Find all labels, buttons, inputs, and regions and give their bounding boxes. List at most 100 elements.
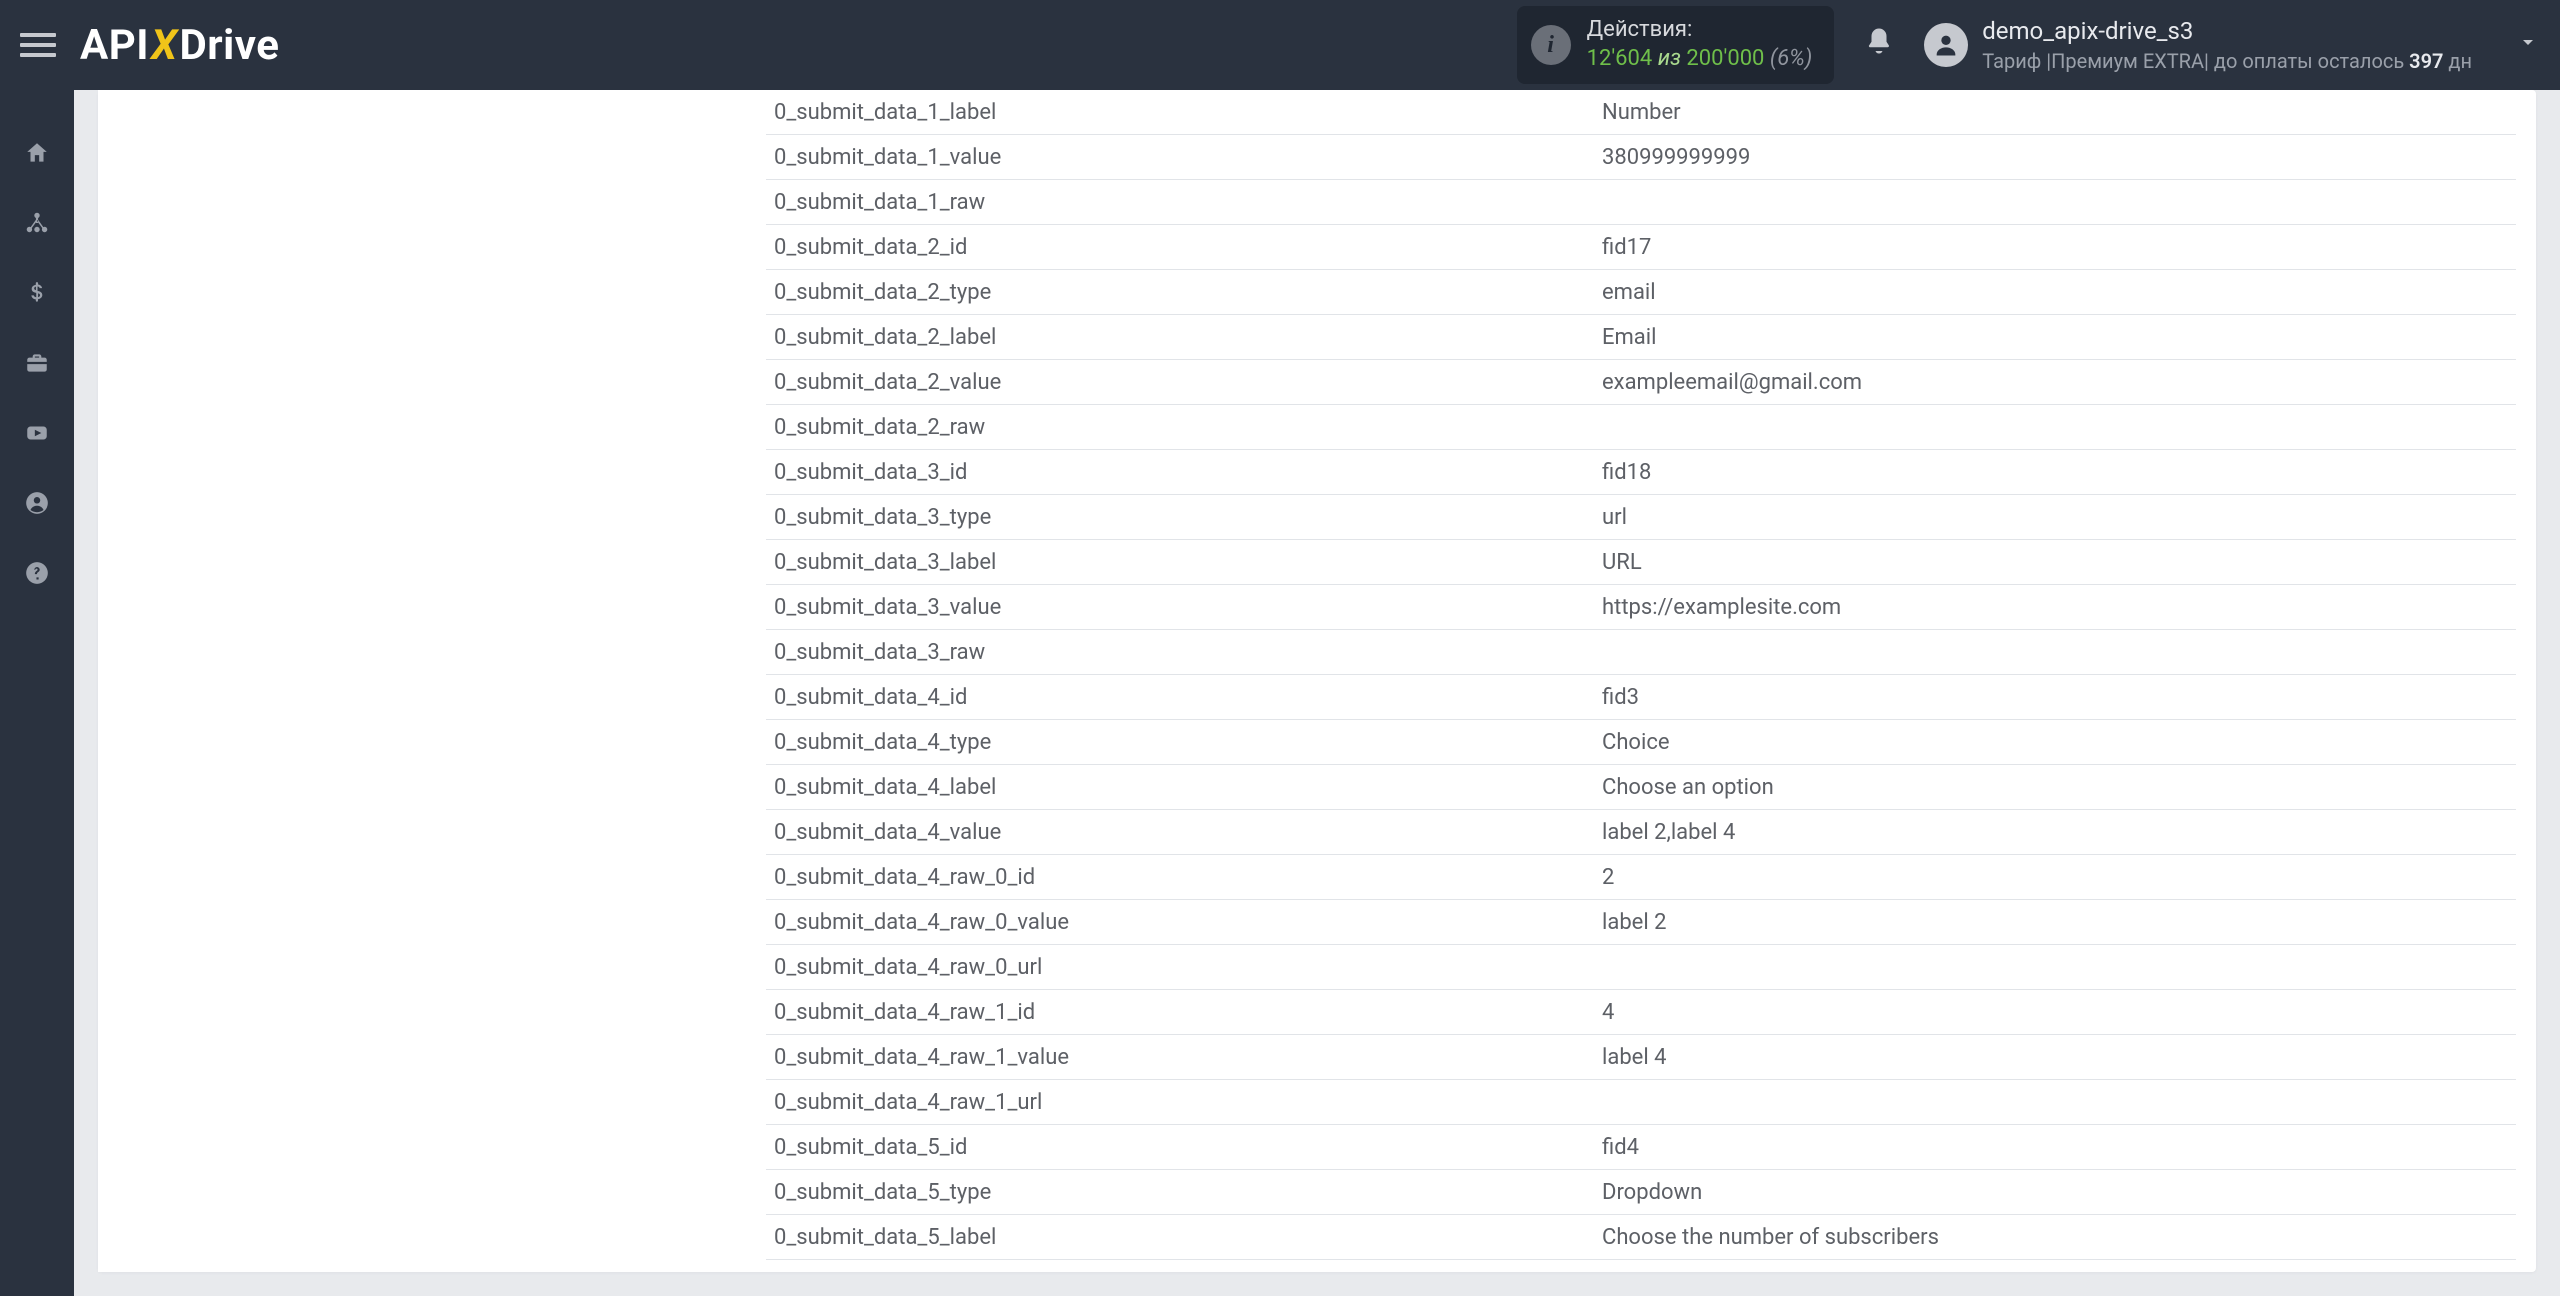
row-key: 0_submit_data_1_label bbox=[766, 100, 1602, 125]
row-key: 0_submit_data_4_type bbox=[766, 730, 1602, 755]
table-row: 0_submit_data_5_idfid4 bbox=[766, 1125, 2516, 1170]
table-row: 0_submit_data_5_labelChoose the number o… bbox=[766, 1215, 2516, 1260]
row-key: 0_submit_data_5_id bbox=[766, 1135, 1602, 1160]
row-value: https://examplesite.com bbox=[1602, 595, 2516, 620]
row-value: url bbox=[1602, 505, 2516, 530]
row-key: 0_submit_data_3_value bbox=[766, 595, 1602, 620]
row-key: 0_submit_data_4_raw_0_url bbox=[766, 955, 1602, 980]
sidebar-item-video[interactable] bbox=[0, 410, 74, 456]
sidebar-item-help[interactable] bbox=[0, 550, 74, 596]
row-key: 0_submit_data_2_value bbox=[766, 370, 1602, 395]
row-value: exampleemail@gmail.com bbox=[1602, 370, 2516, 395]
row-value: label 4 bbox=[1602, 1045, 2516, 1070]
row-value: fid3 bbox=[1602, 685, 2516, 710]
sidebar bbox=[0, 90, 74, 1296]
menu-toggle-icon[interactable] bbox=[20, 27, 56, 63]
row-value: 380999999999 bbox=[1602, 145, 2516, 170]
table-row: 0_submit_data_2_raw bbox=[766, 405, 2516, 450]
row-key: 0_submit_data_4_value bbox=[766, 820, 1602, 845]
table-row: 0_submit_data_3_labelURL bbox=[766, 540, 2516, 585]
user-subscription: Тариф |Премиум EXTRA| до оплаты осталось… bbox=[1982, 48, 2472, 74]
card-left-panel bbox=[98, 90, 746, 1272]
row-value: Choose an option bbox=[1602, 775, 2516, 800]
row-key: 0_submit_data_4_raw_0_id bbox=[766, 865, 1602, 890]
table-row: 0_submit_data_3_valuehttps://examplesite… bbox=[766, 585, 2516, 630]
table-row: 0_submit_data_4_raw_1_id4 bbox=[766, 990, 2516, 1035]
row-value: fid4 bbox=[1602, 1135, 2516, 1160]
table-row: 0_submit_data_4_typeChoice bbox=[766, 720, 2516, 765]
actions-counter[interactable]: i Действия: 12'604 из 200'000 (6%) bbox=[1517, 6, 1835, 83]
actions-numbers: 12'604 из 200'000 (6%) bbox=[1587, 45, 1813, 74]
row-key: 0_submit_data_5_label bbox=[766, 1225, 1602, 1250]
table-row: 0_submit_data_2_idfid17 bbox=[766, 225, 2516, 270]
logo-api: API bbox=[80, 21, 149, 70]
row-key: 0_submit_data_2_raw bbox=[766, 415, 1602, 440]
row-key: 0_submit_data_4_raw_1_value bbox=[766, 1045, 1602, 1070]
main-card: 0_submit_data_1_labelNumber0_submit_data… bbox=[98, 90, 2536, 1272]
row-key: 0_submit_data_1_raw bbox=[766, 190, 1602, 215]
row-value: fid18 bbox=[1602, 460, 2516, 485]
row-key: 0_submit_data_1_value bbox=[766, 145, 1602, 170]
table-row: 0_submit_data_1_raw bbox=[766, 180, 2516, 225]
table-row: 0_submit_data_4_raw_1_url bbox=[766, 1080, 2516, 1125]
table-row: 0_submit_data_3_typeurl bbox=[766, 495, 2516, 540]
table-row: 0_submit_data_1_value380999999999 bbox=[766, 135, 2516, 180]
chevron-down-icon[interactable] bbox=[2516, 30, 2540, 60]
row-key: 0_submit_data_2_label bbox=[766, 325, 1602, 350]
data-table: 0_submit_data_1_labelNumber0_submit_data… bbox=[746, 90, 2536, 1272]
row-key: 0_submit_data_4_id bbox=[766, 685, 1602, 710]
row-key: 0_submit_data_2_type bbox=[766, 280, 1602, 305]
table-row: 0_submit_data_4_labelChoose an option bbox=[766, 765, 2516, 810]
actions-label: Действия: bbox=[1587, 16, 1813, 45]
table-row: 0_submit_data_4_idfid3 bbox=[766, 675, 2516, 720]
row-key: 0_submit_data_3_id bbox=[766, 460, 1602, 485]
row-key: 0_submit_data_3_label bbox=[766, 550, 1602, 575]
notifications-icon[interactable] bbox=[1864, 26, 1894, 64]
row-value: 50000-900000 bbox=[1602, 1270, 2516, 1273]
sidebar-item-billing[interactable] bbox=[0, 270, 74, 316]
avatar-icon bbox=[1924, 23, 1968, 67]
user-name: demo_apix-drive_s3 bbox=[1982, 16, 2472, 47]
row-value: Dropdown bbox=[1602, 1180, 2516, 1205]
row-key: 0_submit_data_3_raw bbox=[766, 640, 1602, 665]
row-key: 0_submit_data_2_id bbox=[766, 235, 1602, 260]
table-row: 0_submit_data_2_labelEmail bbox=[766, 315, 2516, 360]
row-key: 0_submit_data_4_label bbox=[766, 775, 1602, 800]
sidebar-item-account[interactable] bbox=[0, 480, 74, 526]
row-value: 2 bbox=[1602, 865, 2516, 890]
user-menu[interactable]: demo_apix-drive_s3 Тариф |Премиум EXTRA|… bbox=[1924, 16, 2540, 73]
row-value: label 2,label 4 bbox=[1602, 820, 2516, 845]
row-value: Email bbox=[1602, 325, 2516, 350]
table-row: 0_submit_data_2_valueexampleemail@gmail.… bbox=[766, 360, 2516, 405]
row-key: 0_submit_data_3_type bbox=[766, 505, 1602, 530]
content-area: 0_submit_data_1_labelNumber0_submit_data… bbox=[74, 90, 2560, 1296]
table-row: 0_submit_data_3_raw bbox=[766, 630, 2516, 675]
table-row: 0_submit_data_4_raw_1_valuelabel 4 bbox=[766, 1035, 2516, 1080]
top-bar: API X Drive i Действия: 12'604 из 200'00… bbox=[0, 0, 2560, 90]
table-row: 0_submit_data_4_raw_0_url bbox=[766, 945, 2516, 990]
table-row: 0_submit_data_5_typeDropdown bbox=[766, 1170, 2516, 1215]
row-value: Number bbox=[1602, 100, 2516, 125]
sidebar-item-home[interactable] bbox=[0, 130, 74, 176]
info-icon: i bbox=[1531, 25, 1571, 65]
sidebar-item-connections[interactable] bbox=[0, 200, 74, 246]
row-key: 0_submit_data_5_type bbox=[766, 1180, 1602, 1205]
table-row: 0_submit_data_4_raw_0_id2 bbox=[766, 855, 2516, 900]
logo-x: X bbox=[151, 21, 177, 70]
row-value: email bbox=[1602, 280, 2516, 305]
row-value: URL bbox=[1602, 550, 2516, 575]
sidebar-item-briefcase[interactable] bbox=[0, 340, 74, 386]
row-value: Choice bbox=[1602, 730, 2516, 755]
row-value: 4 bbox=[1602, 1000, 2516, 1025]
table-row: 0_submit_data_4_raw_0_valuelabel 2 bbox=[766, 900, 2516, 945]
row-key: 0_submit_data_4_raw_0_value bbox=[766, 910, 1602, 935]
row-value: Choose the number of subscribers bbox=[1602, 1225, 2516, 1250]
table-row: 0_submit_data_2_typeemail bbox=[766, 270, 2516, 315]
table-row: 0_submit_data_3_idfid18 bbox=[766, 450, 2516, 495]
row-value: fid17 bbox=[1602, 235, 2516, 260]
row-key: 0_submit_data_4_raw_1_url bbox=[766, 1090, 1602, 1115]
table-row: 0_submit_data_4_valuelabel 2,label 4 bbox=[766, 810, 2516, 855]
table-row: 0_submit_data_1_labelNumber bbox=[766, 90, 2516, 135]
logo[interactable]: API X Drive bbox=[80, 21, 279, 70]
table-row: 0_submit_data_5_value50000-900000 bbox=[766, 1260, 2516, 1272]
